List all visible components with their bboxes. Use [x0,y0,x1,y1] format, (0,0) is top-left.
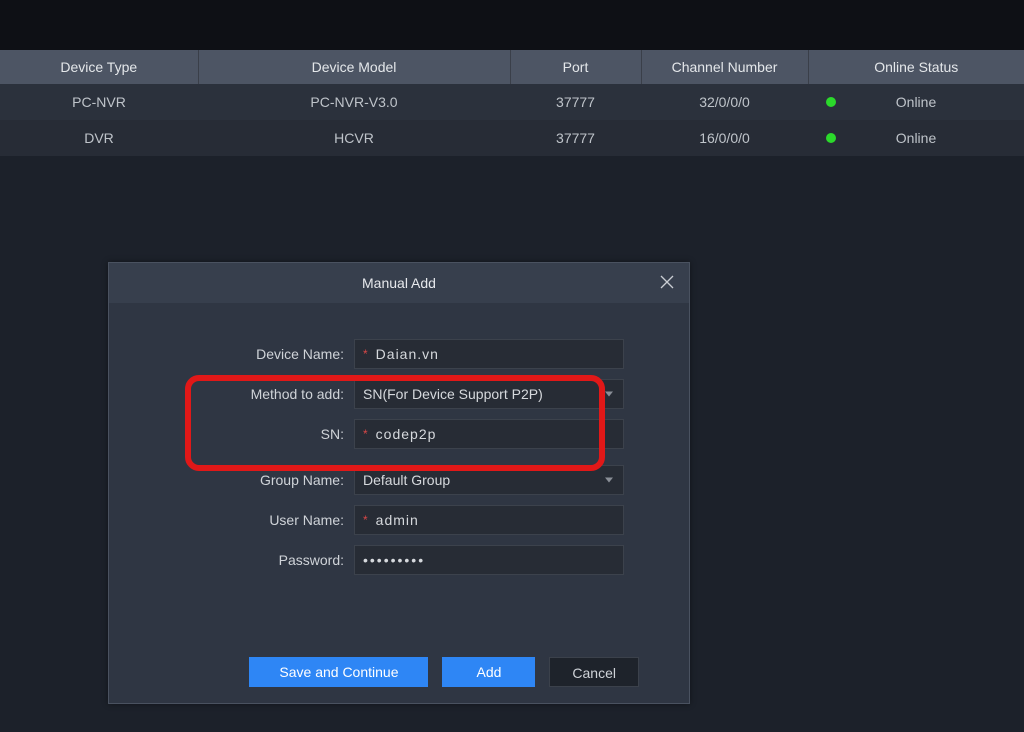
table-header-row: Device Type Device Model Port Channel Nu… [0,50,1024,84]
required-asterisk-icon: * [363,347,368,361]
row-group-name: Group Name: Default Group [159,465,639,495]
label-password: Password: [159,552,354,568]
chevron-down-icon [605,478,613,483]
cell-port: 37777 [510,120,641,156]
dialog-title: Manual Add [362,275,436,291]
save-and-continue-button[interactable]: Save and Continue [249,657,428,687]
row-password: Password: ••••••••• [159,545,639,575]
close-icon[interactable] [659,274,675,290]
chevron-down-icon [605,392,613,397]
password-input[interactable]: ••••••••• [354,545,624,575]
cancel-button[interactable]: Cancel [549,657,639,687]
col-channel-number[interactable]: Channel Number [641,50,808,84]
label-sn: SN: [159,426,354,442]
required-asterisk-icon: * [363,427,368,441]
row-method-to-add: Method to add: SN(For Device Support P2P… [159,379,639,409]
device-name-text[interactable] [374,345,623,363]
row-sn: SN: * [159,419,639,449]
cell-device-model: PC-NVR-V3.0 [198,84,510,120]
label-user-name: User Name: [159,512,354,528]
password-text[interactable]: ••••••••• [363,552,425,568]
sn-input[interactable]: * [354,419,624,449]
cell-channel-number: 32/0/0/0 [641,84,808,120]
col-port[interactable]: Port [510,50,641,84]
dialog-body: Device Name: * Method to add: SN(For Dev… [109,303,689,643]
add-button[interactable]: Add [442,657,535,687]
status-dot-icon [826,133,836,143]
row-user-name: User Name: * [159,505,639,535]
cell-channel-number: 16/0/0/0 [641,120,808,156]
manual-add-dialog: Manual Add Device Name: * Method to add:… [108,262,690,704]
sn-text[interactable] [374,425,623,443]
table-row[interactable]: DVR HCVR 37777 16/0/0/0 Online [0,120,1024,156]
method-to-add-value: SN(For Device Support P2P) [363,386,543,402]
row-device-name: Device Name: * [159,339,639,369]
label-method-to-add: Method to add: [159,386,354,402]
cell-online-status: Online [808,84,1024,120]
label-group-name: Group Name: [159,472,354,488]
group-name-select[interactable]: Default Group [354,465,624,495]
cell-device-type: DVR [0,120,198,156]
cell-device-model: HCVR [198,120,510,156]
status-text: Online [896,130,936,146]
status-dot-icon [826,97,836,107]
col-online-status[interactable]: Online Status [808,50,1024,84]
dialog-header: Manual Add [109,263,689,303]
col-device-model[interactable]: Device Model [198,50,510,84]
cell-online-status: Online [808,120,1024,156]
group-name-value: Default Group [363,472,450,488]
device-table: Device Type Device Model Port Channel Nu… [0,50,1024,156]
user-name-input[interactable]: * [354,505,624,535]
required-asterisk-icon: * [363,513,368,527]
top-bar [0,0,1024,50]
dialog-footer: Save and Continue Add Cancel [109,643,689,703]
device-name-input[interactable]: * [354,339,624,369]
status-text: Online [896,94,936,110]
col-device-type[interactable]: Device Type [0,50,198,84]
cell-port: 37777 [510,84,641,120]
method-to-add-select[interactable]: SN(For Device Support P2P) [354,379,624,409]
table-row[interactable]: PC-NVR PC-NVR-V3.0 37777 32/0/0/0 Online [0,84,1024,120]
label-device-name: Device Name: [159,346,354,362]
user-name-text[interactable] [374,511,623,529]
cell-device-type: PC-NVR [0,84,198,120]
